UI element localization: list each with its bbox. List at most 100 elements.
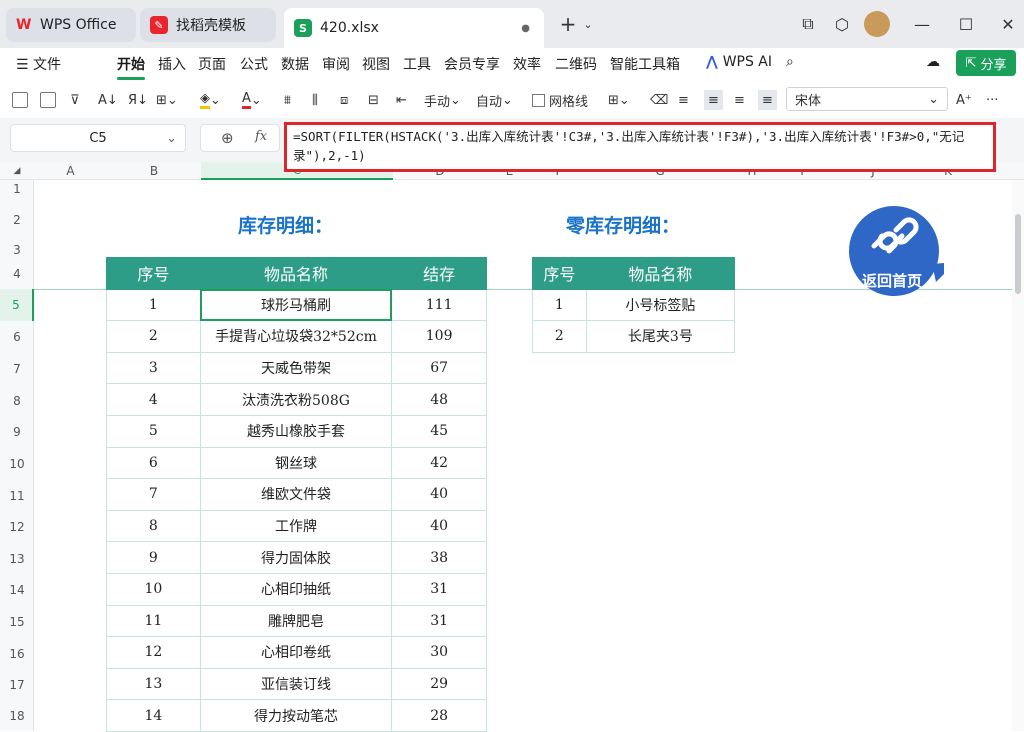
cell-item-name[interactable]: 钢丝球 (199, 446, 393, 480)
cell-index[interactable]: 3 (106, 351, 201, 385)
tab-list-chevron-icon[interactable]: ⌄ (576, 12, 600, 36)
freeze-icon[interactable]: ⧈ (340, 90, 348, 110)
format-painter-icon[interactable] (40, 90, 56, 110)
menu-insert[interactable]: 插入 (158, 54, 186, 74)
clear-format-icon[interactable]: ⌫ (650, 90, 668, 110)
align-middle-icon[interactable]: ≡ (758, 90, 777, 110)
close-icon[interactable]: ✕ (996, 12, 1020, 36)
cell-item-name[interactable]: 心相印抽纸 (199, 572, 393, 606)
cell-item-name[interactable]: 手提背心垃圾袋32*52cm (199, 320, 393, 353)
menu-page[interactable]: 页面 (198, 54, 226, 74)
cell-index[interactable]: 9 (106, 541, 201, 574)
align-left-icon[interactable]: ≡ (678, 90, 689, 110)
col-header-a[interactable]: A (34, 162, 107, 180)
cell-index[interactable]: 10 (106, 572, 201, 606)
cell-item-name[interactable]: 心相印卷纸 (199, 636, 393, 669)
unsaved-dot-icon[interactable]: ● (521, 23, 530, 34)
columns-icon[interactable]: ⫼ (312, 90, 318, 110)
align-right-icon[interactable]: ≡ (734, 90, 745, 110)
font-size-increase-icon[interactable]: A⁺ (956, 90, 972, 110)
cell-index[interactable]: 5 (106, 414, 201, 448)
row-header[interactable]: 9 (0, 416, 34, 448)
align-center-icon[interactable]: ≡ (704, 90, 723, 110)
manual-dropdown[interactable]: 手动 ⌄ (424, 90, 461, 110)
row-header[interactable]: 12 (0, 511, 34, 543)
cell-index[interactable]: 4 (106, 383, 201, 416)
fill-color-icon[interactable]: ◈ ⌄ (200, 90, 221, 110)
tab-workbook[interactable]: S 420.xlsx ● (284, 8, 544, 48)
col-header-b[interactable]: B (107, 162, 201, 180)
menu-view[interactable]: 视图 (362, 54, 390, 74)
auto-dropdown[interactable]: 自动 ⌄ (476, 90, 513, 110)
indent-icon[interactable]: ⇤ (396, 90, 407, 110)
cell-index[interactable]: 7 (106, 478, 201, 511)
tab-wps-office[interactable]: W WPS Office (6, 8, 136, 42)
cell-index[interactable]: 6 (106, 446, 201, 480)
cell-stock[interactable]: 67 (391, 351, 487, 385)
cell-item-name[interactable]: 得力按动笔芯 (199, 699, 393, 732)
menu-review[interactable]: 审阅 (322, 54, 350, 74)
row-header[interactable]: 2 (0, 198, 34, 242)
cell-index[interactable]: 12 (106, 636, 201, 669)
row-header[interactable]: 6 (0, 321, 34, 353)
cell-index[interactable]: 11 (106, 604, 201, 638)
share-button[interactable]: ⇱ 分享 (956, 50, 1016, 76)
cell-item-name[interactable]: 工作牌 (199, 509, 393, 543)
name-box[interactable]: C5 ⌄ (10, 124, 186, 152)
cell-index[interactable]: 2 (532, 320, 587, 353)
row-header[interactable]: 1 (0, 180, 34, 198)
cell-item-name[interactable]: 长尾夹3号 (585, 320, 736, 353)
tab-templates[interactable]: ✎ 找稻壳模板 (140, 8, 276, 42)
row-header[interactable]: 13 (0, 543, 34, 574)
row-header[interactable]: 17 (0, 669, 34, 701)
window-mode-icon[interactable]: ⧉ (796, 12, 820, 36)
cell-index[interactable]: 2 (106, 320, 201, 353)
wrap-icon[interactable]: ⩩ (284, 90, 291, 110)
row-header[interactable]: 15 (0, 606, 34, 638)
cell-item-name[interactable]: 得力固体胶 (199, 541, 393, 574)
cell-index[interactable]: 13 (106, 667, 201, 701)
scrollbar-thumb[interactable] (1015, 214, 1021, 294)
cell-stock[interactable]: 45 (391, 414, 487, 448)
avatar[interactable] (864, 11, 890, 37)
zoom-formula-icon[interactable]: ⊕ (221, 129, 234, 147)
cell-item-name[interactable]: 天威色带架 (199, 351, 393, 385)
sort-asc-icon[interactable]: A↓ (98, 90, 118, 110)
cell-item-name[interactable]: 维欧文件袋 (199, 478, 393, 511)
cell-stock[interactable]: 29 (391, 667, 487, 701)
menu-efficiency[interactable]: 效率 (513, 54, 541, 74)
row-header[interactable]: 14 (0, 574, 34, 606)
cell-item-name[interactable]: 小号标签贴 (585, 288, 736, 322)
menu-smart-toolbox[interactable]: 智能工具箱 (610, 54, 680, 74)
formula-input[interactable]: =SORT(FILTER(HSTACK('3.出库入库统计表'!C3#,'3.出… (284, 122, 996, 172)
borders-icon[interactable]: ⊞⌄ (156, 90, 178, 110)
menu-home[interactable]: 开始 (117, 54, 145, 80)
row-header[interactable]: 8 (0, 385, 34, 416)
vertical-scrollbar[interactable] (1012, 180, 1024, 731)
filter-icon[interactable]: ⊽ (70, 90, 80, 110)
cell-index[interactable]: 14 (106, 699, 201, 732)
file-menu[interactable]: ☰ 文件 (16, 54, 61, 74)
cell-stock[interactable]: 109 (391, 320, 487, 353)
cell-stock[interactable]: 40 (391, 478, 487, 511)
font-color-icon[interactable]: A ⌄ (242, 90, 262, 110)
cell-index[interactable]: 1 (532, 288, 587, 322)
cell-item-name[interactable]: 汰渍洗衣粉508G (199, 383, 393, 416)
cell-stock[interactable]: 31 (391, 572, 487, 606)
row-header[interactable]: 7 (0, 353, 34, 385)
cell-item-name[interactable]: 越秀山橡胶手套 (199, 414, 393, 448)
cell-index[interactable]: 1 (106, 288, 201, 322)
row-header[interactable]: 4 (0, 258, 34, 289)
more-icon[interactable]: ··· (986, 90, 998, 110)
menu-member[interactable]: 会员专享 (444, 54, 500, 74)
table-style-icon[interactable]: ⊟ (368, 90, 379, 110)
gridlines-checkbox[interactable]: 网格线 (532, 90, 588, 110)
menu-data[interactable]: 数据 (281, 54, 309, 74)
select-all-corner[interactable]: ◢ (0, 162, 34, 180)
cell-stock[interactable]: 31 (391, 604, 487, 638)
minimize-icon[interactable]: — (910, 12, 934, 36)
row-header[interactable]: 11 (0, 480, 34, 511)
paste-icon[interactable] (12, 90, 28, 110)
cell-item-name[interactable]: 雕牌肥皂 (199, 604, 393, 638)
menu-tools[interactable]: 工具 (403, 54, 431, 74)
